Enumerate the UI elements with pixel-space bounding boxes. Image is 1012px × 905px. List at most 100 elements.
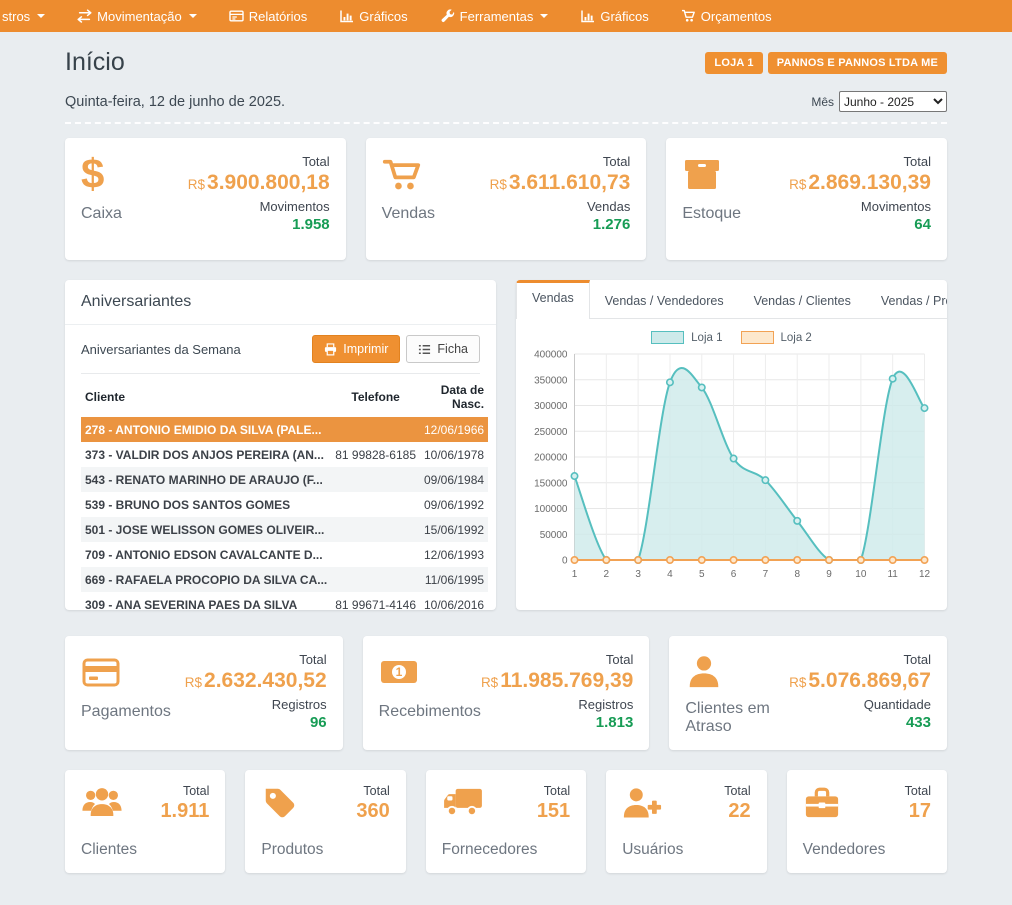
table-row[interactable]: 709 - ANTONIO EDSON CAVALCANTE D...12/06… xyxy=(81,542,488,567)
table-row[interactable]: 543 - RENATO MARINHO DE ARAUJO (F...09/0… xyxy=(81,467,488,492)
stat-card-caixa: $ Caixa Total R$3.900.800,18 Movimentos … xyxy=(65,138,346,260)
store-badges: LOJA 1 PANNOS E PANNOS LTDA ME xyxy=(705,52,947,74)
tab-vendas-clientes[interactable]: Vendas / Clientes xyxy=(739,280,866,318)
legend-item-loja-1[interactable]: Loja 1 xyxy=(651,331,722,344)
legend-label: Loja 1 xyxy=(691,332,722,344)
chevron-down-icon xyxy=(540,14,548,18)
cell-client: 309 - ANA SEVERINA PAES DA SILVA xyxy=(81,592,331,610)
total-label: Total xyxy=(185,652,327,667)
count-value: 17 xyxy=(905,800,931,823)
nav-label: Movimentação xyxy=(97,9,182,24)
svg-text:50000: 50000 xyxy=(540,530,568,541)
count-label: Registros xyxy=(481,697,633,712)
total-value: R$2.632.430,52 xyxy=(185,669,327,693)
nav-item-graficos-1[interactable]: Gráficos xyxy=(330,0,416,32)
page-title: Início xyxy=(65,48,125,77)
credit-card-icon xyxy=(81,652,121,692)
legend-item-loja-2[interactable]: Loja 2 xyxy=(741,331,812,344)
svg-text:300000: 300000 xyxy=(534,401,568,412)
cell-phone xyxy=(331,542,420,567)
money-bill-icon: 1 xyxy=(379,652,419,692)
table-row[interactable]: 669 - RAFAELA PROCOPIO DA SILVA CA...11/… xyxy=(81,567,488,592)
store-badge-loja1[interactable]: LOJA 1 xyxy=(705,52,762,74)
tab-vendas-produtos[interactable]: Vendas / Produtos xyxy=(866,280,947,318)
card-name: Estoque xyxy=(682,205,741,223)
cart-icon xyxy=(681,9,696,23)
nav-item-graficos-2[interactable]: Gráficos xyxy=(571,0,657,32)
chevron-down-icon xyxy=(189,14,197,18)
tab-vendas-vendedores[interactable]: Vendas / Vendedores xyxy=(590,280,739,318)
nav-item-ferramentas[interactable]: Ferramentas xyxy=(431,0,558,32)
svg-text:2: 2 xyxy=(604,569,610,580)
chart-legend: Loja 1 Loja 2 xyxy=(516,331,947,344)
dollar-icon: $ xyxy=(81,154,104,194)
table-row[interactable]: 539 - BRUNO DOS SANTOS GOMES09/06/1992 xyxy=(81,492,488,517)
nav-label: Orçamentos xyxy=(701,9,772,24)
count-value: 151 xyxy=(537,800,570,823)
stat-card-estoque: Estoque Total R$2.869.130,39 Movimentos … xyxy=(666,138,947,260)
total-value: R$3.900.800,18 xyxy=(188,171,330,195)
birthdays-table: Cliente Telefone Data de Nasc. 278 - ANT… xyxy=(81,376,488,610)
svg-text:3: 3 xyxy=(635,569,641,580)
month-select[interactable]: Junho - 2025 xyxy=(839,91,947,112)
birthdays-panel-title: Aniversariantes xyxy=(65,280,496,325)
nav-item-movimentacao[interactable]: Movimentação xyxy=(68,0,206,32)
card-name: Vendedores xyxy=(803,841,931,859)
ficha-button[interactable]: Ficha xyxy=(406,335,480,363)
svg-text:7: 7 xyxy=(763,569,769,580)
count-label: Registros xyxy=(185,697,327,712)
svg-text:350000: 350000 xyxy=(534,375,568,386)
table-row[interactable]: 373 - VALDIR DOS ANJOS PEREIRA (AN...81 … xyxy=(81,442,488,467)
card-name: Recebimentos xyxy=(379,703,481,721)
cell-phone xyxy=(331,417,420,442)
table-row[interactable]: 278 - ANTONIO EMIDIO DA SILVA (PALE...12… xyxy=(81,417,488,442)
nav-label: Relatórios xyxy=(249,9,308,24)
count-label: Vendas xyxy=(490,199,631,214)
nav-item-cadastros[interactable]: stros xyxy=(0,0,54,32)
nav-item-orcamentos[interactable]: Orçamentos xyxy=(672,0,781,32)
cell-phone: 81 99828-6185 xyxy=(331,442,420,467)
legend-swatch xyxy=(741,331,774,344)
current-date: Quinta-feira, 12 de junho de 2025. xyxy=(65,94,285,110)
top-navigation: stros Movimentação Relatórios Gráficos F… xyxy=(0,0,1012,32)
mini-card-clientes: Total 1.911 Clientes xyxy=(65,770,225,873)
cell-client: 501 - JOSE WELISSON GOMES OLIVEIR... xyxy=(81,517,331,542)
col-header-data-nasc: Data de Nasc. xyxy=(420,376,488,417)
total-value: R$5.076.869,67 xyxy=(789,669,931,693)
svg-text:1: 1 xyxy=(395,665,402,679)
cell-phone xyxy=(331,567,420,592)
total-value: R$11.985.769,39 xyxy=(481,669,633,693)
total-label: Total xyxy=(160,784,209,798)
table-row[interactable]: 501 - JOSE WELISSON GOMES OLIVEIR... 15/0… xyxy=(81,517,488,542)
svg-text:5: 5 xyxy=(699,569,705,580)
total-label: Total xyxy=(490,154,631,169)
cell-date: 12/06/1993 xyxy=(420,542,488,567)
cell-date: 10/06/1978 xyxy=(420,442,488,467)
svg-text:10: 10 xyxy=(855,569,867,580)
briefcase-icon xyxy=(803,784,841,820)
table-row[interactable]: 309 - ANA SEVERINA PAES DA SILVA81 99671… xyxy=(81,592,488,610)
cell-date: 15/06/1992 xyxy=(420,517,488,542)
svg-text:400000: 400000 xyxy=(534,350,568,361)
card-name: Produtos xyxy=(261,841,389,859)
svg-text:4: 4 xyxy=(667,569,673,580)
user-icon xyxy=(685,652,723,690)
nav-label: stros xyxy=(2,9,30,24)
cell-date: 11/06/1995 xyxy=(420,567,488,592)
nav-item-relatorios[interactable]: Relatórios xyxy=(220,0,317,32)
print-button[interactable]: Imprimir xyxy=(312,335,400,363)
nav-label: Ferramentas xyxy=(460,9,534,24)
store-badge-company[interactable]: PANNOS E PANNOS LTDA ME xyxy=(768,52,947,74)
user-plus-icon xyxy=(622,784,662,820)
count-value: 360 xyxy=(356,800,389,823)
count-label: Movimentos xyxy=(789,199,931,214)
sales-chart: 0500001000001500002000002500003000003500… xyxy=(526,346,937,586)
exchange-icon xyxy=(77,9,92,23)
tab-vendas[interactable]: Vendas xyxy=(516,280,590,319)
count-value: 1.958 xyxy=(188,216,330,233)
total-label: Total xyxy=(481,652,633,667)
card-name: Usuários xyxy=(622,841,750,859)
count-value: 1.813 xyxy=(481,714,633,731)
count-value: 1.276 xyxy=(490,216,631,233)
list-icon xyxy=(418,343,431,356)
